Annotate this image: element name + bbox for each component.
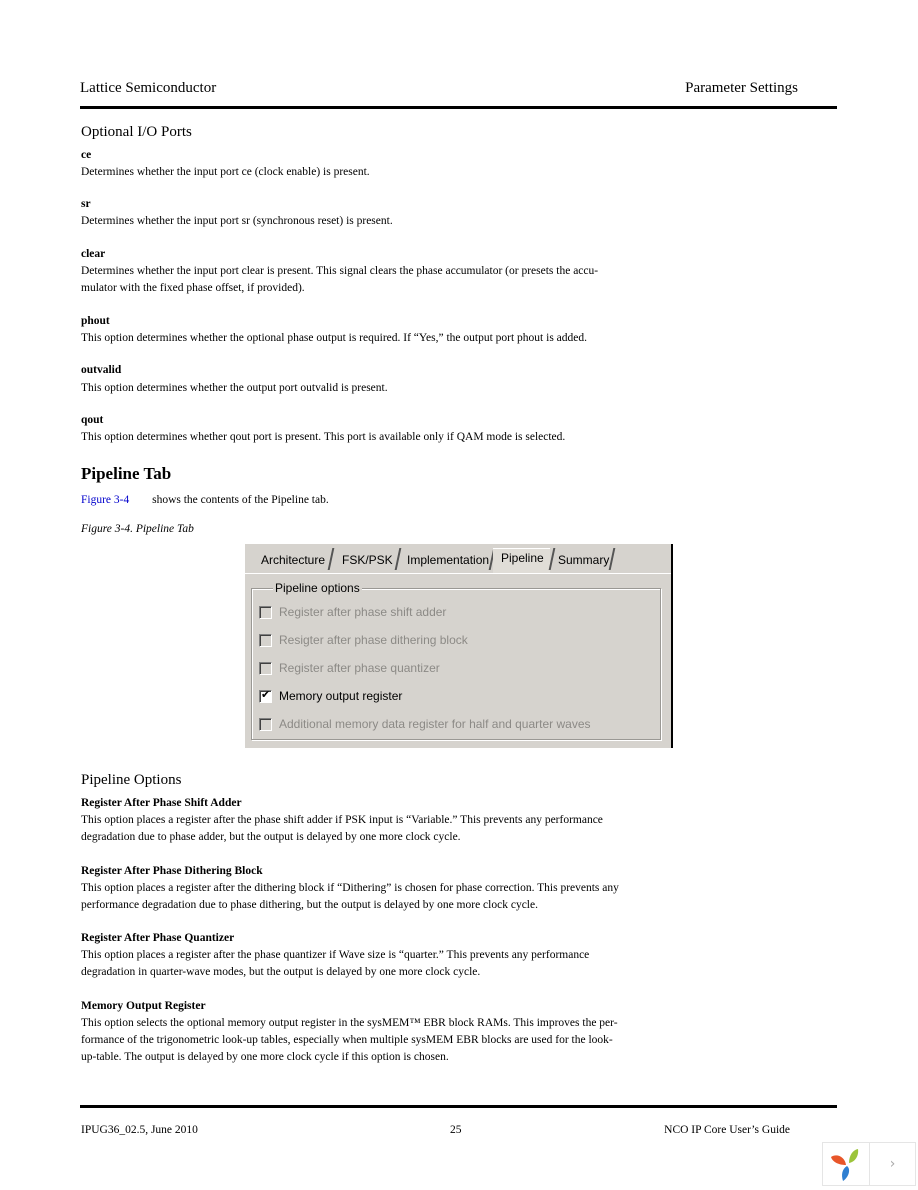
- tab-architecture[interactable]: Architecture: [253, 551, 331, 573]
- tab-strip: Architecture FSK/PSK Implementation Pipe…: [245, 544, 671, 574]
- desc-line: This option selects the optional memory …: [81, 1017, 618, 1029]
- option-memory-output-register[interactable]: ✔ Memory output register: [259, 688, 402, 704]
- term-phout: phout: [81, 315, 110, 327]
- term-phase-shift-adder: Register After Phase Shift Adder: [81, 797, 242, 809]
- option-phase-dithering-block[interactable]: Resigter after phase dithering block: [259, 632, 468, 648]
- section-title-pipeline-tab: Pipeline Tab: [81, 464, 172, 483]
- desc-line: degradation due to phase adder, but the …: [81, 831, 461, 843]
- desc-clear-line1: Determines whether the input port clear …: [81, 265, 599, 277]
- tab-implementation[interactable]: Implementation: [399, 551, 495, 573]
- viewer-logo-icon[interactable]: [823, 1143, 870, 1185]
- footer-page-number: 25: [450, 1124, 462, 1136]
- footer-doc-id: IPUG36_02.5, June 2010: [81, 1124, 198, 1136]
- checkmark-icon: ✔: [261, 688, 271, 701]
- term-phase-dithering-block: Register After Phase Dithering Block: [81, 865, 263, 877]
- viewer-widget: ›: [822, 1142, 916, 1186]
- group-label: Pipeline options: [273, 581, 362, 595]
- dialog-right-border: [671, 544, 673, 748]
- footer-guide-title: NCO IP Core User’s Guide: [664, 1124, 790, 1136]
- tab-pipeline[interactable]: Pipeline: [493, 548, 550, 573]
- desc-line: degradation in quarter-wave modes, but t…: [81, 966, 481, 978]
- desc-line: formance of the trigonometric look-up ta…: [81, 1034, 613, 1046]
- checkbox[interactable]: [259, 717, 272, 731]
- header-rule: [80, 106, 837, 109]
- term-memory-output-register: Memory Output Register: [81, 1000, 206, 1012]
- option-additional-memory-data-register[interactable]: Additional memory data register for half…: [259, 716, 591, 732]
- term-sr: sr: [81, 198, 91, 210]
- header-section: Parameter Settings: [685, 80, 798, 96]
- tab-fsk-psk[interactable]: FSK/PSK: [334, 551, 399, 573]
- desc-outvalid: This option determines whether the outpu…: [81, 382, 388, 394]
- desc-line: This option places a register after the …: [81, 882, 619, 894]
- figure-link[interactable]: Figure 3-4: [81, 494, 129, 506]
- desc-line: performance degradation due to phase dit…: [81, 899, 538, 911]
- desc-line: up-table. The output is delayed by one m…: [81, 1051, 449, 1063]
- footer-rule: [80, 1105, 837, 1108]
- section-title-pipeline-options: Pipeline Options: [81, 772, 182, 788]
- figure-caption: Figure 3-4. Pipeline Tab: [81, 523, 194, 535]
- option-label: Register after phase quantizer: [279, 661, 440, 675]
- checkbox[interactable]: [259, 633, 272, 647]
- checkbox[interactable]: [259, 661, 272, 675]
- option-label: Register after phase shift adder: [279, 605, 447, 619]
- desc-line: This option places a register after the …: [81, 814, 603, 826]
- desc-sr: Determines whether the input port sr (sy…: [81, 215, 393, 227]
- desc-phase-shift-adder: This option places a register after the …: [81, 812, 661, 846]
- desc-memory-output-register: This option selects the optional memory …: [81, 1015, 681, 1066]
- option-label: Memory output register: [279, 689, 403, 703]
- figure-ref-text: shows the contents of the Pipeline tab.: [152, 494, 329, 506]
- header-company: Lattice Semiconductor: [80, 80, 217, 96]
- term-phase-quantizer: Register After Phase Quantizer: [81, 932, 235, 944]
- section-title-optional-io: Optional I/O Ports: [81, 124, 192, 140]
- tab-strip-line: [245, 573, 671, 574]
- desc-phase-quantizer: This option places a register after the …: [81, 947, 661, 981]
- pipeline-tab-ref: Figure 3-4 shows the contents of the Pip…: [81, 492, 661, 509]
- tab-summary[interactable]: Summary: [550, 551, 615, 573]
- pipeline-dialog: Architecture FSK/PSK Implementation Pipe…: [245, 544, 673, 748]
- option-label: Resigter after phase dithering block: [279, 633, 468, 647]
- checkbox-checked[interactable]: ✔: [259, 688, 272, 703]
- checkbox[interactable]: [259, 605, 272, 619]
- next-page-button[interactable]: ›: [870, 1143, 915, 1185]
- desc-clear: Determines whether the input port clear …: [81, 263, 701, 297]
- desc-phout: This option determines whether the optio…: [81, 332, 588, 344]
- option-phase-quantizer[interactable]: Register after phase quantizer: [259, 660, 440, 676]
- desc-qout: This option determines whether qout port…: [81, 431, 566, 443]
- option-label: Additional memory data register for half…: [279, 717, 591, 731]
- desc-line: This option places a register after the …: [81, 949, 590, 961]
- option-phase-shift-adder[interactable]: Register after phase shift adder: [259, 604, 446, 620]
- desc-clear-line2: mulator with the fixed phase offset, if …: [81, 282, 305, 294]
- desc-ce: Determines whether the input port ce (cl…: [81, 166, 370, 178]
- term-clear: clear: [81, 248, 106, 260]
- term-qout: qout: [81, 414, 104, 426]
- desc-phase-dithering-block: This option places a register after the …: [81, 880, 681, 914]
- term-outvalid: outvalid: [81, 364, 122, 376]
- term-ce: ce: [81, 149, 92, 161]
